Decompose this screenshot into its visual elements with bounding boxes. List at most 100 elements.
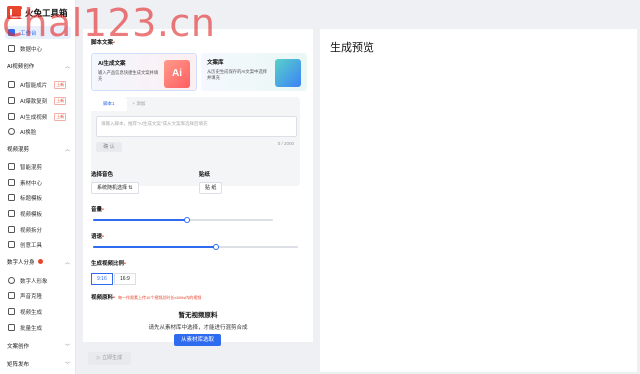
chevron-down-icon: ﹀	[64, 343, 70, 350]
slider-fill	[93, 246, 216, 248]
copy-library-card[interactable]: 文案库 从历史生成保存的AI文案中选择并填充	[201, 53, 307, 91]
volume-slider[interactable]	[93, 217, 273, 223]
sidebar-group-copywriting[interactable]: 文案创作 ﹀	[7, 342, 70, 351]
home-icon	[8, 29, 15, 36]
sidebar-item-voice-clone[interactable]: 声音克隆	[5, 289, 71, 302]
sidebar: 火兔工具箱 工作台 数据中心 AI视频创作 ︿ AI智能成片 上新 AI爆款复刻…	[0, 0, 76, 374]
sidebar-item-label: AI智能成片	[20, 82, 48, 89]
sidebar-item-label: 创意工具	[20, 242, 43, 249]
group-title: AI视频创作	[7, 64, 35, 70]
sidebar-item-label: AI爆款复刻	[20, 98, 48, 105]
new-badge: 上新	[54, 112, 67, 121]
sticker-label: 贴纸	[199, 172, 211, 178]
sidebar-item-label: AI生成视频	[20, 114, 48, 121]
tab-script-1[interactable]: 脚本1	[91, 97, 127, 111]
sidebar-item-video-generate[interactable]: 视频生成	[5, 305, 71, 318]
sidebar-item-label: 视频生成	[20, 309, 43, 316]
sidebar-item-smart-mix[interactable]: 智能混剪	[5, 160, 71, 173]
new-badge: 上新	[54, 96, 67, 105]
slider-handle[interactable]	[183, 217, 190, 223]
empty-state-desc: 请先从素材库中选择，才能进行混剪合成	[148, 325, 248, 331]
ai-generate-copy-card[interactable]: AI生成文案 输入产品信息快捷生成文案并填充 Ai	[91, 53, 197, 91]
material-note: 每一作限素上传10个视频总时长≤600s内的视频	[117, 295, 202, 300]
slider-handle[interactable]	[213, 244, 219, 250]
preview-title: 生成预览	[330, 42, 374, 54]
sidebar-item-workbench[interactable]: 工作台	[5, 26, 71, 39]
ratio-label: 生成视频比例•	[91, 261, 126, 267]
app-logo: 火兔工具箱	[7, 6, 68, 19]
sidebar-item-material-center[interactable]: 素材中心	[5, 176, 71, 189]
sidebar-item-label: 标题模板	[20, 195, 43, 202]
batch-icon	[8, 324, 15, 331]
sidebar-item-data-center[interactable]: 数据中心	[5, 42, 71, 55]
sidebar-item-label: 视频模板	[20, 211, 43, 218]
chevron-up-icon: ︿	[64, 146, 70, 153]
video-icon	[8, 113, 15, 120]
sidebar-item-ai-replicate[interactable]: AI爆款复刻 上新	[5, 94, 71, 107]
card-desc: 从历史生成保存的AI文案中选择并填充	[207, 69, 267, 81]
sidebar-item-label: 声音克隆	[20, 293, 43, 300]
sidebar-item-label: 工作台	[20, 30, 37, 37]
speed-slider[interactable]	[93, 244, 298, 250]
material-label: 视频原料• 每一作限素上传10个视频总时长≤600s内的视频	[91, 295, 202, 301]
tools-icon	[8, 241, 15, 248]
script-label: 脚本文案•	[91, 40, 115, 46]
group-title: 视频混剪	[7, 147, 30, 153]
copy-icon	[8, 97, 15, 104]
sidebar-group-matrix-publish[interactable]: 矩阵发布 ﹀	[7, 360, 70, 369]
sidebar-group-ai-video[interactable]: AI视频创作 ︿	[7, 62, 70, 71]
sidebar-item-digital-avatar[interactable]: 数字人形象	[5, 274, 71, 287]
char-counter: 0 / 2000	[277, 141, 294, 146]
sidebar-item-batch-generate[interactable]: 批量生成	[5, 321, 71, 334]
sidebar-item-creative-tools[interactable]: 创意工具	[5, 238, 71, 251]
face-icon	[8, 128, 15, 135]
ratio-option-16-9[interactable]: 16:9	[114, 273, 136, 285]
voice-label: 选择音色	[91, 172, 114, 178]
split-icon	[8, 226, 15, 233]
sidebar-item-video-template[interactable]: 视频模板	[5, 207, 71, 220]
app-title: 火兔工具箱	[25, 7, 68, 18]
template-icon	[8, 210, 15, 217]
chart-icon	[8, 45, 15, 52]
new-badge: 上新	[54, 80, 67, 89]
sidebar-item-video-split[interactable]: 视频拆分	[5, 223, 71, 236]
sidebar-group-digital-human[interactable]: 数字人分身 ︿	[7, 258, 70, 266]
add-script-button[interactable]: + 添加	[133, 101, 146, 107]
sticker-button[interactable]: 贴 纸	[199, 182, 223, 194]
logo-icon	[7, 6, 23, 19]
select-from-library-button[interactable]: 从素材库选取	[174, 334, 221, 346]
sidebar-item-ai-generate-video[interactable]: AI生成视频 上新	[5, 110, 71, 123]
sidebar-item-label: 素材中心	[20, 180, 43, 187]
script-textarea[interactable]: 请输入脚本，推荐"AI生成文案"或从文案库选择后填充	[96, 116, 297, 137]
sidebar-item-ai-smart-film[interactable]: AI智能成片 上新	[5, 78, 71, 91]
ratio-option-9-16[interactable]: 9:16	[91, 273, 113, 285]
film-icon	[8, 81, 15, 88]
avatar-icon	[8, 277, 15, 284]
sidebar-item-label: 视频拆分	[20, 227, 43, 234]
ai-doc-icon: Ai	[164, 60, 190, 88]
sidebar-group-mix[interactable]: 视频混剪 ︿	[7, 145, 70, 154]
preview-panel: 生成预览	[320, 29, 637, 372]
volume-label: 音量•	[91, 207, 104, 213]
slider-fill	[93, 219, 187, 221]
sidebar-item-label: 数据中心	[20, 46, 43, 53]
mix-icon	[8, 163, 15, 170]
voice-select[interactable]: 系统随机选择 ⇅	[91, 182, 139, 194]
speed-label: 语速•	[91, 234, 104, 240]
mix-form-panel: 脚本文案• AI生成文案 输入产品信息快捷生成文案并填充 Ai 文案库 从历史生…	[83, 29, 313, 346]
chevron-down-icon: ﹀	[64, 361, 70, 368]
sidebar-item-ai-face-swap[interactable]: AI换脸	[5, 125, 71, 138]
title-icon	[8, 194, 15, 201]
sidebar-item-label: 智能混剪	[20, 164, 43, 171]
video-icon	[8, 308, 15, 315]
script-editor: 脚本1 + 添加 请输入脚本，推荐"AI生成文案"或从文案库选择后填充 确 认 …	[91, 97, 300, 186]
chevron-up-icon: ︿	[64, 63, 70, 70]
chevron-up-icon: ︿	[64, 259, 70, 266]
group-title: 文案创作	[7, 344, 30, 350]
confirm-button[interactable]: 确 认	[96, 142, 122, 152]
hot-icon	[37, 259, 43, 264]
generate-now-button[interactable]: ▷ 立即生成	[88, 352, 131, 365]
sidebar-item-label: 批量生成	[20, 325, 43, 332]
sidebar-item-title-template[interactable]: 标题模板	[5, 191, 71, 204]
sidebar-item-label: 数字人形象	[20, 278, 48, 285]
